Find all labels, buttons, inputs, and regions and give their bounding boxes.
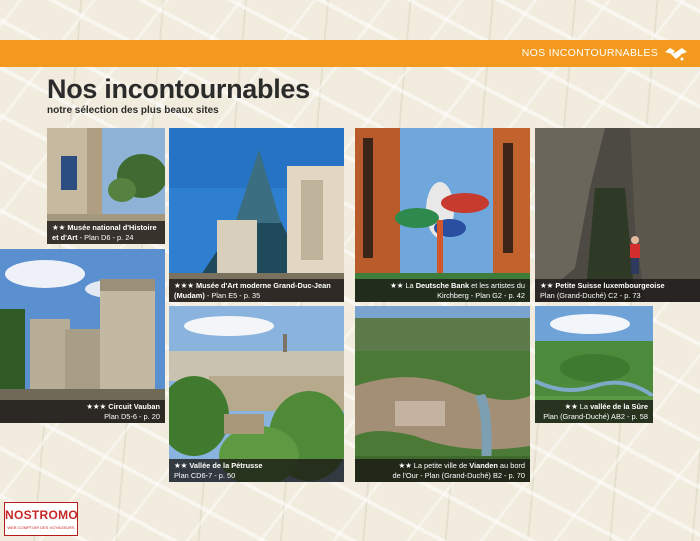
rating-stars: ★★ <box>52 223 66 232</box>
photo-vallee-sure: ★★ La vallée de la Sûre Plan (Grand-Duché… <box>535 306 653 423</box>
handshake-icon <box>665 48 687 61</box>
site-ref: Kirchberg - Plan G2 - p. 42 <box>437 290 525 300</box>
site-ref: Plan D5-6 - p. 20 <box>104 411 160 421</box>
section-label: NOS INCONTOURNABLES <box>521 47 658 59</box>
caption-petrusse: ★★ Vallée de la Pétrusse Plan CD6-7 - p. … <box>169 459 344 482</box>
photo-mudam: ★★★ Musée d'Art moderne Grand-Duc-Jean (… <box>169 128 344 302</box>
rating-stars: ★★★ <box>174 281 194 290</box>
logo-brand: NOSTROMO <box>5 508 79 522</box>
site-mid: et les artistes du <box>469 281 525 290</box>
photo-vianden: ★★ La petite ville de Vianden au bord de … <box>355 306 530 482</box>
site-name: vallée de la Sûre <box>590 402 648 411</box>
nostromo-logo: NOSTROMO WEB COMPTOIR DES VOYAGEURS <box>4 502 78 536</box>
caption-circuit-vauban: ★★★ Circuit Vauban Plan D5-6 - p. 20 <box>0 400 165 423</box>
rating-stars: ★★ <box>398 461 412 470</box>
site-ref: de l'Our - Plan (Grand-Duché) B2 - p. 70 <box>392 470 525 480</box>
site-ref: Plan (Grand-Duché) AB2 - p. 58 <box>543 411 648 421</box>
site-ref: - Plan E5 - p. 35 <box>204 290 261 300</box>
rating-stars: ★★ <box>390 281 404 290</box>
logo-tagline: WEB COMPTOIR DES VOYAGEURS <box>7 525 75 530</box>
photo-circuit-vauban: ★★★ Circuit Vauban Plan D5-6 - p. 20 <box>0 249 165 423</box>
caption-vallee-sure: ★★ La vallée de la Sûre Plan (Grand-Duché… <box>535 400 653 423</box>
site-name: Deutsche Bank <box>415 281 470 290</box>
caption-mudam: ★★★ Musée d'Art moderne Grand-Duc-Jean (… <box>169 279 344 302</box>
photo-deutsche-bank: ★★ La Deutsche Bank et les artistes du Ki… <box>355 128 530 302</box>
site-prefix: La <box>577 402 591 411</box>
caption-vianden: ★★ La petite ville de Vianden au bord de … <box>355 459 530 482</box>
photo-musee-histoire: ★★ Musée national d'Histoire et d'Art - … <box>47 128 165 244</box>
site-prefix: La petite ville de <box>411 461 470 470</box>
photo-petrusse: ★★ Vallée de la Pétrusse Plan CD6-7 - p. … <box>169 306 344 482</box>
caption-petite-suisse: ★★ Petite Suisse luxembourgeoise Plan (Gr… <box>535 279 700 302</box>
site-name: Vallée de la Pétrusse <box>189 461 263 470</box>
page-title: Nos incontournables <box>47 74 310 104</box>
caption-deutsche-bank: ★★ La Deutsche Bank et les artistes du Ki… <box>355 279 530 302</box>
site-prefix: La <box>403 281 416 290</box>
site-ref: - Plan D6 - p. 24 <box>77 232 134 242</box>
rating-stars: ★★★ <box>86 402 107 411</box>
site-name: Vianden <box>469 461 498 470</box>
site-ref: Plan (Grand-Duché) C2 - p. 73 <box>540 290 641 300</box>
rating-stars: ★★ <box>564 402 578 411</box>
rating-stars: ★★ <box>540 281 554 290</box>
page-subtitle: notre sélection des plus beaux sites <box>47 105 219 116</box>
site-name: Petite Suisse luxembourgeoise <box>555 281 665 290</box>
site-name: Circuit Vauban <box>108 402 160 411</box>
caption-musee-histoire: ★★ Musée national d'Histoire et d'Art - … <box>47 221 165 244</box>
rating-stars: ★★ <box>174 461 188 470</box>
site-ref: Plan CD6-7 - p. 50 <box>174 470 236 480</box>
photo-petite-suisse: ★★ Petite Suisse luxembourgeoise Plan (Gr… <box>535 128 700 302</box>
site-mid: au bord <box>497 461 525 470</box>
